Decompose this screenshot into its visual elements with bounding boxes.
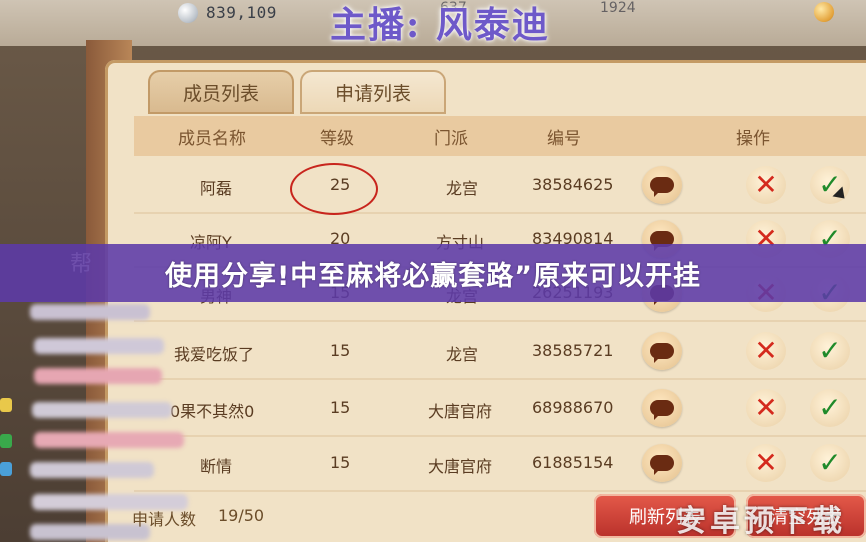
table-header: 成员名称 等级 门派 编号 操作 <box>134 116 866 156</box>
chat-button[interactable] <box>642 444 682 482</box>
side-app-icon[interactable] <box>0 462 12 476</box>
reject-button[interactable]: ✕ <box>746 166 786 204</box>
member-id: 61885154 <box>532 453 614 472</box>
member-name: 断情 <box>200 457 233 476</box>
member-level: 15 <box>330 453 351 472</box>
streamer-title: 主播: 风泰迪 <box>330 4 550 46</box>
chat-button[interactable] <box>642 332 682 370</box>
member-name: 我爱吃饭了 <box>174 345 255 364</box>
gold-orb-icon[interactable] <box>814 2 834 22</box>
header-sect: 门派 <box>434 129 468 149</box>
member-level: 15 <box>330 398 351 417</box>
header-actions: 操作 <box>736 129 770 149</box>
reject-button[interactable]: ✕ <box>746 444 786 482</box>
accept-button[interactable]: ✓ <box>810 389 850 427</box>
tab-member-list[interactable]: 成员列表 <box>148 70 294 114</box>
x-icon: ✕ <box>754 446 778 479</box>
member-sect: 大唐官府 <box>428 402 493 421</box>
member-sect: 龙宫 <box>446 179 479 198</box>
member-sect: 龙宫 <box>446 345 479 364</box>
x-icon: ✕ <box>754 334 778 367</box>
apply-count-value: 19/50 <box>218 506 265 525</box>
member-level: 15 <box>330 341 351 360</box>
chat-bubble-icon <box>650 455 674 475</box>
table-row: 0果不其然0 15 大唐官府 68988670 ✕ ✓ <box>134 383 866 437</box>
blurred-chat-line <box>30 462 154 478</box>
chat-bubble-icon <box>650 400 674 420</box>
header-member-name: 成员名称 <box>178 129 246 149</box>
x-icon: ✕ <box>754 391 778 424</box>
game-scene: 839,109 637 1924 主播: 风泰迪 帮 成员列表 申请列表 成员名… <box>0 0 866 542</box>
side-app-icon[interactable] <box>0 398 12 412</box>
annotation-circle <box>290 163 378 215</box>
blurred-chat-line <box>34 368 162 384</box>
table-row: 我爱吃饭了 15 龙宫 38585721 ✕ ✓ <box>134 326 866 380</box>
accept-button[interactable]: ✓ <box>810 444 850 482</box>
chat-bubble-icon <box>650 177 674 197</box>
blurred-chat-line <box>32 402 172 418</box>
reject-button[interactable]: ✕ <box>746 332 786 370</box>
reject-button[interactable]: ✕ <box>746 389 786 427</box>
member-name: 阿磊 <box>200 179 233 198</box>
tab-apply-list[interactable]: 申请列表 <box>300 70 446 114</box>
background-number-right: 1924 <box>600 0 636 16</box>
overlay-banner: 使用分享!中至麻将必赢套路”原来可以开挂 <box>0 244 866 302</box>
member-id: 38584625 <box>532 175 614 194</box>
blurred-chat-line <box>34 432 184 448</box>
header-id: 编号 <box>547 129 581 149</box>
member-id: 68988670 <box>532 398 614 417</box>
x-icon: ✕ <box>754 168 778 201</box>
member-name: 0果不其然0 <box>170 402 255 421</box>
side-app-icon[interactable] <box>0 434 12 448</box>
check-icon: ✓ <box>818 391 842 424</box>
member-id: 38585721 <box>532 341 614 360</box>
check-icon: ✓ <box>818 334 842 367</box>
accept-button[interactable]: ✓ <box>810 332 850 370</box>
tab-member-list-label: 成员列表 <box>182 82 259 105</box>
blurred-chat-line <box>34 338 164 354</box>
check-icon: ✓ <box>818 446 842 479</box>
member-sect: 大唐官府 <box>428 457 493 476</box>
tab-apply-list-label: 申请列表 <box>334 82 411 105</box>
silver-coin-icon <box>178 3 198 23</box>
table-row: 阿磊 25 龙宫 38584625 ✕ ✓ <box>134 160 866 214</box>
chat-button[interactable] <box>642 389 682 427</box>
watermark-text: 安卓预下载 <box>676 504 846 539</box>
blurred-chat-line <box>30 304 150 320</box>
overlay-title: 使用分享!中至麻将必赢套路”原来可以开挂 <box>164 260 702 292</box>
chat-button[interactable] <box>642 166 682 204</box>
table-row: 断情 15 大唐官府 61885154 ✕ ✓ <box>134 438 866 492</box>
coin-value: 839,109 <box>206 3 277 22</box>
header-level: 等级 <box>320 129 354 149</box>
chat-bubble-icon <box>650 343 674 363</box>
apply-count-label: 申请人数 <box>132 510 197 529</box>
